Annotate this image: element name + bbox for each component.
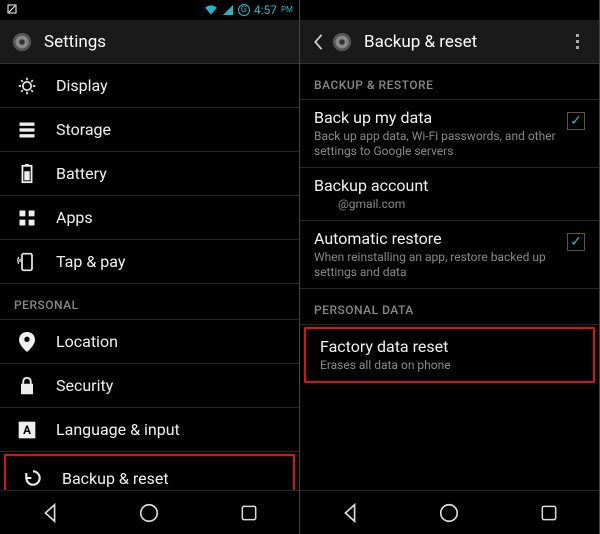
row-label: Display xyxy=(56,76,108,95)
nav-recent[interactable] xyxy=(536,500,562,526)
row-primary: Automatic restore xyxy=(314,229,559,248)
left-phone: G 4:57 PM Settings Display Storage xyxy=(0,0,300,534)
security-icon xyxy=(14,376,40,396)
signal-icon xyxy=(222,4,234,16)
row-label: Storage xyxy=(56,120,111,139)
row-apps[interactable]: Apps xyxy=(0,196,299,240)
settings-gear-icon[interactable] xyxy=(330,30,354,54)
row-automatic-restore[interactable]: Automatic restore When reinstalling an a… xyxy=(300,221,599,289)
row-label: Location xyxy=(56,332,118,351)
backup-reset-list[interactable]: BACKUP & RESTORE Back up my data Back up… xyxy=(300,64,599,490)
row-language[interactable]: A Language & input xyxy=(0,408,299,452)
status-bar xyxy=(300,0,599,20)
row-label: Backup & reset xyxy=(62,469,169,488)
app-bar: Settings xyxy=(0,20,299,64)
back-icon[interactable] xyxy=(310,30,326,54)
row-secondary: Erases all data on phone xyxy=(320,358,571,373)
row-security[interactable]: Security xyxy=(0,364,299,408)
row-primary: Backup account xyxy=(314,176,577,195)
checkbox-backup-data[interactable] xyxy=(567,112,585,130)
settings-gear-icon xyxy=(10,30,34,54)
data-icon: G xyxy=(238,4,250,16)
page-title: Backup & reset xyxy=(364,32,565,52)
nav-bar xyxy=(300,490,599,534)
row-secondary: Back up app data, Wi-Fi passwords, and o… xyxy=(314,129,559,159)
row-tap-pay[interactable]: Tap & pay xyxy=(0,240,299,284)
row-secondary: @gmail.com xyxy=(314,197,577,212)
status-period: PM xyxy=(281,6,293,14)
status-time: 4:57 xyxy=(254,3,277,17)
notification-icon xyxy=(6,3,18,18)
highlight-backup-reset: Backup & reset xyxy=(4,454,295,490)
row-label: Language & input xyxy=(56,420,180,439)
nav-home[interactable] xyxy=(136,500,162,526)
row-backup-account[interactable]: Backup account @gmail.com xyxy=(300,168,599,221)
row-storage[interactable]: Storage xyxy=(0,108,299,152)
nav-bar xyxy=(0,490,299,534)
page-title: Settings xyxy=(44,32,289,52)
status-bar: G 4:57 PM xyxy=(0,0,299,20)
location-icon xyxy=(14,332,40,352)
display-icon xyxy=(14,76,40,96)
section-personal-data: PERSONAL DATA xyxy=(300,289,599,325)
row-battery[interactable]: Battery xyxy=(0,152,299,196)
right-phone: Backup & reset BACKUP & RESTORE Back up … xyxy=(300,0,600,534)
nav-recent[interactable] xyxy=(236,500,262,526)
language-icon: A xyxy=(14,420,40,440)
wifi-icon xyxy=(204,4,218,16)
overflow-menu-icon[interactable] xyxy=(565,30,589,54)
settings-list[interactable]: Display Storage Battery Apps Tap & pay xyxy=(0,64,299,490)
nav-back[interactable] xyxy=(337,500,363,526)
checkbox-auto-restore[interactable] xyxy=(567,233,585,251)
row-label: Security xyxy=(56,376,113,395)
backup-reset-icon xyxy=(20,468,46,488)
row-label: Tap & pay xyxy=(56,252,125,271)
tap-pay-icon xyxy=(14,252,40,272)
row-location[interactable]: Location xyxy=(0,320,299,364)
storage-icon xyxy=(14,120,40,140)
row-label: Battery xyxy=(56,164,107,183)
row-primary: Factory data reset xyxy=(320,337,571,356)
row-display[interactable]: Display xyxy=(0,64,299,108)
app-bar: Backup & reset xyxy=(300,20,599,64)
nav-back[interactable] xyxy=(37,500,63,526)
battery-icon xyxy=(14,164,40,184)
row-backup-reset[interactable]: Backup & reset xyxy=(6,456,293,490)
apps-icon xyxy=(14,208,40,228)
row-primary: Back up my data xyxy=(314,108,559,127)
highlight-factory-reset: Factory data reset Erases all data on ph… xyxy=(304,327,595,383)
svg-text:A: A xyxy=(23,423,31,437)
row-secondary: When reinstalling an app, restore backed… xyxy=(314,250,559,280)
row-factory-data-reset[interactable]: Factory data reset Erases all data on ph… xyxy=(306,329,593,381)
row-label: Apps xyxy=(56,208,93,227)
section-backup-restore: BACKUP & RESTORE xyxy=(300,64,599,100)
row-back-up-my-data[interactable]: Back up my data Back up app data, Wi-Fi … xyxy=(300,100,599,168)
nav-home[interactable] xyxy=(436,500,462,526)
section-personal: PERSONAL xyxy=(0,284,299,320)
